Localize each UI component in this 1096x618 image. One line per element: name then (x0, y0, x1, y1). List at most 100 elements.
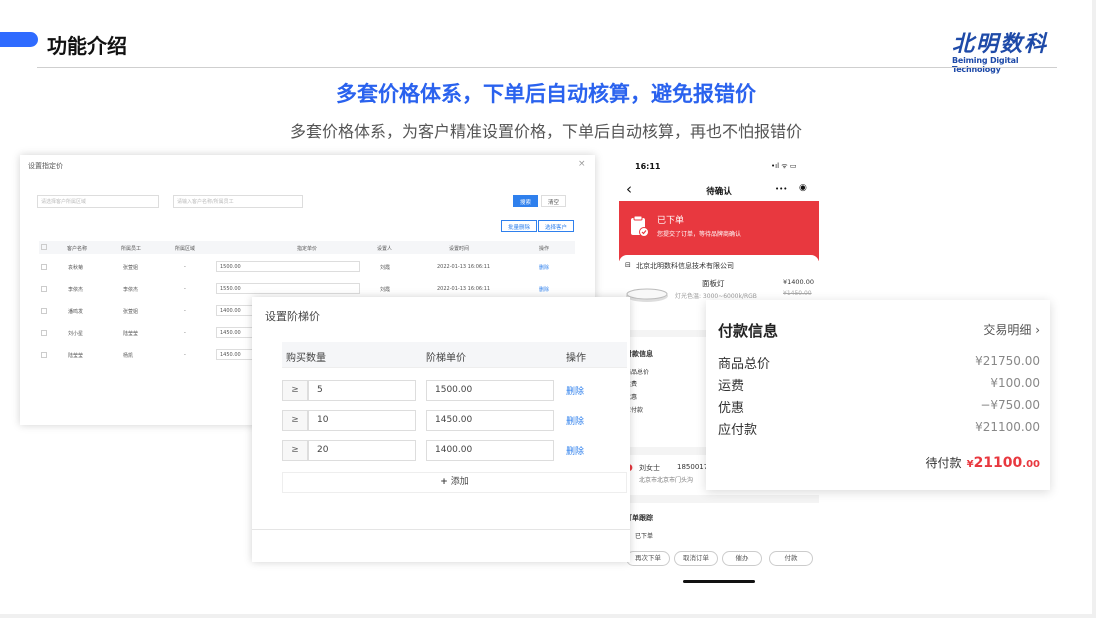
payment-info-card: 付款信息 交易明细 › 商品总价 ¥21750.00 运费 ¥100.00 优惠… (706, 300, 1050, 490)
qty-input[interactable]: 5 (308, 380, 416, 401)
cell-setter: 刘霞 (380, 265, 391, 271)
status-desc: 您提交了订单，等待品牌商确认 (657, 231, 742, 238)
pay-item-value: ¥21100.00 (975, 420, 1040, 434)
col-header: 所属区域 (175, 246, 196, 252)
status-time: 16:11 (635, 162, 661, 171)
dialog-footer-divider (252, 529, 630, 530)
cell-region: - (184, 352, 186, 358)
cell-staff: 李依杰 (123, 287, 139, 293)
search-button[interactable]: 搜索 (513, 195, 539, 207)
table-row: 袁秋菊 张萱姐 - 1500.00 刘霞 2022-01-13 16:06:11… (39, 259, 575, 281)
add-tier-button[interactable]: + 添加 (282, 472, 627, 493)
product-old-price: ¥1450.00 (783, 290, 812, 297)
col-header: 所属员工 (121, 246, 142, 252)
status-bar: 16:11 •ıl ᯤ ▭ (619, 155, 819, 179)
cell-time: 2022-01-13 16:06:11 (437, 286, 491, 292)
qty-input[interactable]: 20 (308, 440, 416, 461)
row-checkbox[interactable] (41, 352, 47, 358)
row-checkbox[interactable] (41, 286, 47, 292)
shop-icon: ⊟ (625, 261, 631, 269)
slide: 功能介绍 北明数科 Beiming Digital Technology 多套价… (0, 0, 1092, 614)
cell-staff: 陆莹莹 (123, 331, 139, 337)
row-checkbox[interactable] (41, 308, 47, 314)
tier-price-input[interactable]: 1400.00 (426, 440, 554, 461)
dialog-title: 设置指定价 (28, 162, 63, 170)
nav-bar: ‹ 待确认 ••• ◉ (619, 179, 819, 201)
tier-table-header: 购买数量 阶梯单价 操作 (282, 342, 627, 368)
tier-price-input[interactable]: 1450.00 (426, 410, 554, 431)
pay-item-value: ¥21750.00 (975, 354, 1040, 368)
delete-link[interactable]: 删除 (539, 286, 549, 293)
pending-payment: 待付款 ¥21100.00 (925, 452, 1040, 471)
payment-title: 付款信息 (718, 322, 779, 340)
tier-row: ≥ 10 1450.00 删除 (282, 408, 627, 434)
title-accent-bar (0, 32, 38, 47)
contact-name: 刘女士 (639, 464, 660, 472)
cell-staff: 杨凯 (123, 353, 134, 359)
pending-label: 待付款 (925, 456, 962, 470)
table-header: 客户名称 所属员工 所属区域 指定单价 设置人 设置时间 操作 (39, 241, 575, 254)
gte-symbol: ≥ (282, 440, 308, 461)
order-status-banner: 已下单 您提交了订单，等待品牌商确认 (619, 201, 819, 261)
add-label: 添加 (450, 477, 469, 487)
pay-item-label: 商品总价 (718, 357, 771, 372)
delete-link[interactable]: 删除 (566, 384, 584, 397)
select-customer-button[interactable]: 选择客户 (538, 220, 575, 232)
customer-search-input[interactable]: 请输入客户名称/所属员工 (173, 195, 303, 208)
row-checkbox[interactable] (41, 330, 47, 336)
tier-price-dialog: 设置阶梯价 购买数量 阶梯单价 操作 ≥ 5 1500.00 删除 ≥ 10 1… (252, 297, 630, 562)
subheadline: 多套价格体系，为客户精准设置价格，下单后自动核算，再也不怕报错价 (289, 122, 802, 141)
cell-time: 2022-01-13 16:06:11 (437, 264, 491, 270)
pending-amount: 21100 (973, 455, 1023, 471)
cell-name: 刘小星 (68, 331, 84, 337)
batch-delete-button[interactable]: 批量删除 (501, 220, 538, 232)
cell-region: - (184, 286, 186, 292)
cell-setter: 刘霞 (380, 287, 391, 293)
delete-link[interactable]: 删除 (566, 444, 584, 457)
track-status: 已下单 (635, 533, 654, 540)
plus-icon: + (440, 477, 448, 487)
qty-input[interactable]: 10 (308, 410, 416, 431)
pay-item-label: 优惠 (718, 401, 745, 416)
col-header: 指定单价 (297, 246, 318, 252)
product-spec: 灯光色温: 3000~6000k/RGB (675, 293, 757, 300)
gte-symbol: ≥ (282, 380, 308, 401)
target-icon[interactable]: ◉ (799, 183, 807, 193)
tier-price-input[interactable]: 1500.00 (426, 380, 554, 401)
urge-button[interactable]: 催办 (722, 551, 762, 566)
tier-row: ≥ 20 1400.00 删除 (282, 438, 627, 464)
col-header: 购买数量 (286, 353, 326, 364)
pay-item-label: 应付款 (718, 423, 758, 438)
close-icon[interactable]: × (578, 159, 586, 169)
region-select[interactable]: 请选择客户所属区域 (37, 195, 159, 208)
product-price: ¥1400.00 (783, 278, 815, 286)
logo-en: Beiming Digital Technology (952, 56, 1019, 74)
cell-name: 潘鸣发 (68, 309, 84, 315)
clear-button[interactable]: 清空 (541, 195, 567, 207)
cell-name: 陆莹莹 (68, 353, 84, 359)
home-indicator (683, 580, 755, 583)
clipboard-check-icon (631, 215, 649, 237)
cell-name: 李依杰 (68, 287, 84, 293)
more-icon[interactable]: ••• (775, 185, 787, 193)
transaction-detail-link[interactable]: 交易明细 › (983, 321, 1040, 338)
page-title: 功能介绍 (47, 34, 127, 58)
col-header: 客户名称 (67, 246, 88, 252)
status-icons: •ıl ᯤ ▭ (771, 162, 797, 170)
price-input[interactable]: 1550.00 (216, 283, 360, 294)
cancel-order-button[interactable]: 取消订单 (674, 551, 718, 566)
pay-item-label: 运费 (718, 379, 745, 394)
contact-phone: 1850017 (677, 463, 709, 471)
col-header: 操作 (566, 353, 586, 364)
cell-region: - (184, 264, 186, 270)
pay-button[interactable]: 付款 (769, 551, 813, 566)
delete-link[interactable]: 删除 (566, 414, 584, 427)
select-all-checkbox[interactable] (41, 244, 47, 250)
price-input[interactable]: 1500.00 (216, 261, 360, 272)
cell-name: 袁秋菊 (68, 265, 84, 271)
company-name: 北京北明数科信息技术有限公司 (636, 262, 734, 270)
reorder-button[interactable]: 再次下单 (626, 551, 670, 566)
delete-link[interactable]: 删除 (539, 264, 549, 271)
row-checkbox[interactable] (41, 264, 47, 270)
cell-region: - (184, 330, 186, 336)
